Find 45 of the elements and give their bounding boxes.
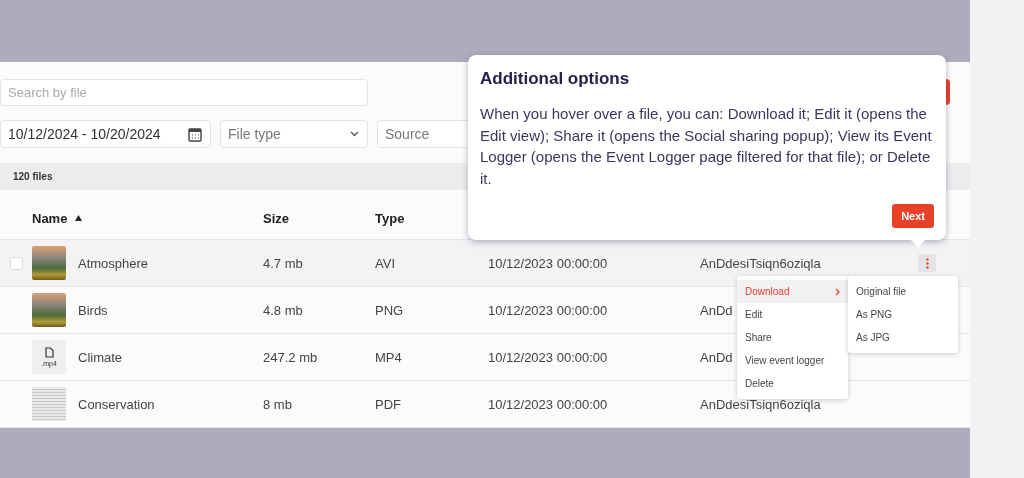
file-type: PNG [375,302,404,318]
file-type: PDF [375,396,401,412]
file-size: 4.8 mb [263,302,303,318]
file-size: 8 mb [263,396,292,412]
file-date: 10/12/2023 00:00:00 [488,396,608,412]
file-name: Birds [78,302,108,318]
photo-placeholder [32,246,66,280]
file-date: 10/12/2023 00:00:00 [488,255,608,271]
file-icon [44,347,54,358]
photo-placeholder [32,293,66,327]
tooltip-title: Additional options [480,69,631,89]
menu-item[interactable]: Download [737,280,848,303]
column-header[interactable]: Size [263,210,375,226]
search-field[interactable]: Search by file [0,79,368,106]
chevron-down-icon [350,131,359,137]
file-size: 247.2 mb [263,349,318,365]
file-id: AnDd [700,302,733,318]
file-id: AnDdesiTsiqn6oziqla [700,255,821,271]
column-header[interactable]: Name [32,210,263,226]
file-type-dropdown[interactable]: File type [220,120,368,148]
file-id: AnDdesiTsiqn6oziqla [700,396,821,412]
date-range-field[interactable]: 10/12/2024 - 10/20/2024 [0,120,211,148]
menu-item[interactable]: View event logger [737,349,848,372]
submenu-item[interactable]: As PNG [848,303,958,326]
file-type: MP4 [375,349,402,365]
file-name: Atmosphere [78,255,149,271]
menu-item[interactable]: Edit [737,303,848,326]
calendar-icon [188,126,202,142]
more-options-button[interactable] [918,254,936,272]
next-button[interactable]: Next [892,204,934,228]
menu-item[interactable]: Share [737,326,848,349]
submenu-item[interactable]: As JPG [848,326,958,349]
file-date: 10/12/2023 00:00:00 [488,349,608,365]
file-id: AnDd [700,349,733,365]
file-name: Conservation [78,396,155,412]
document-thumbnail [32,387,66,421]
file-type: AVI [375,255,395,271]
file-size: 4.7 mb [263,255,303,271]
kebab-icon [925,257,929,269]
submenu-item[interactable]: Original file [848,280,958,303]
file-name: Climate [78,349,123,365]
table-row[interactable]: Atmosphere 4.7 mb AVI 10/12/2023 00:00:00 AnDdesiTsiqn6oziqla [0,240,970,287]
file-date: 10/12/2023 00:00:00 [488,302,608,318]
menu-item[interactable]: Delete [737,372,848,395]
row-checkbox[interactable] [9,256,23,270]
